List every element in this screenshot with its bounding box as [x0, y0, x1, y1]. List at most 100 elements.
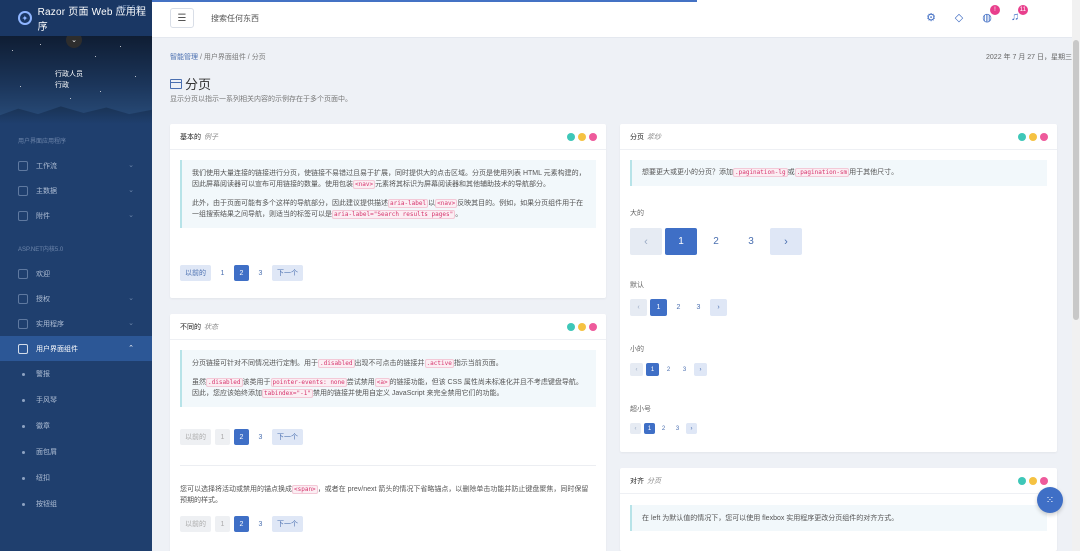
pagination-page-active[interactable]: 1	[644, 423, 655, 434]
dot-pink-icon[interactable]	[1040, 133, 1048, 141]
sidebar-item-ui-components[interactable]: 用户界面组件 ⌃	[0, 336, 152, 361]
pagination-prev-disabled[interactable]: 以前的	[180, 429, 211, 445]
search-input[interactable]: 搜索任何东西	[211, 13, 259, 24]
pagination-prev-disabled[interactable]: 以前的	[180, 516, 211, 532]
card-alignment: 对齐 分页 在 left 为默认值的情况下，您可以使用 flexbox 实用程序更…	[620, 468, 1057, 551]
divider	[180, 465, 596, 466]
page-title-text: 分页	[185, 77, 212, 92]
card-header: 对齐 分页	[620, 468, 1057, 494]
globe-icon[interactable]: ◍!	[980, 5, 1000, 24]
page-subtitle: 显示分页以指示一系列相关内容的示例存在于多个页面中。	[170, 96, 352, 103]
sidebar-item-authorization[interactable]: 授权 ⌄	[0, 286, 152, 311]
pagination-small: ‹ 1 2 3 ›	[630, 363, 707, 376]
dot-yellow-icon[interactable]	[1029, 477, 1037, 485]
pagination-page[interactable]: 3	[678, 363, 691, 376]
collapse-toggle-icon[interactable]: ⌄	[66, 36, 82, 48]
pagination-page[interactable]: 3	[672, 423, 683, 434]
breadcrumb-item[interactable]: 用户界面组件	[204, 54, 246, 61]
top-accent-bar	[152, 0, 697, 2]
dot-teal-icon[interactable]	[1018, 133, 1026, 141]
sidebar-subitem-alerts[interactable]: 警报	[0, 361, 152, 387]
sidebar-subitem-accordion[interactable]: 手风琴	[0, 387, 152, 413]
pagination-next[interactable]: 下一个	[272, 516, 303, 532]
pagination-page[interactable]: 1	[215, 265, 230, 281]
globe-badge: !	[990, 5, 1000, 15]
pagination-next[interactable]: 下一个	[272, 265, 303, 281]
text: 虽然	[192, 379, 206, 386]
dot-teal-icon[interactable]	[567, 323, 575, 331]
bell-icon[interactable]: ♫ 11	[1008, 5, 1028, 24]
sidebar-subitem-badges[interactable]: 徽章	[0, 413, 152, 439]
sidebar-item-welcome[interactable]: 欢迎	[0, 261, 152, 286]
chevron-left-icon[interactable]: ‹	[630, 299, 647, 316]
pagination-page[interactable]: 1	[215, 429, 230, 445]
sidebar-item-attachments[interactable]: 附件 ⌄	[0, 203, 152, 228]
pagination-next[interactable]: 下一个	[272, 429, 303, 445]
chevron-down-icon: ⌄	[128, 295, 134, 302]
dot-yellow-icon[interactable]	[578, 323, 586, 331]
breadcrumb-link-home[interactable]: 智能管理	[170, 54, 198, 61]
hamburger-icon: ☰	[177, 12, 187, 24]
page-scrollbar[interactable]	[1072, 0, 1080, 551]
tools-icon	[18, 318, 28, 329]
sidebar-subitem-button-group[interactable]: 按钮组	[0, 491, 152, 517]
chevron-right-icon[interactable]: ›	[770, 228, 802, 255]
text: 想要更大或更小的分页？添加	[642, 169, 733, 176]
dot-teal-icon[interactable]	[567, 133, 575, 141]
chevron-right-icon[interactable]: ›	[710, 299, 727, 316]
callout-paragraph: 虽然 .disabled 该类用于 pointer-events: none 尝试禁用 <…	[192, 377, 586, 399]
chevron-right-icon[interactable]: ›	[694, 363, 707, 376]
code-snippet: <a>	[374, 378, 390, 387]
gear-icon[interactable]: ⚙	[924, 10, 938, 24]
chevron-left-icon[interactable]: ‹	[630, 228, 662, 255]
sidebar-subitem-buttons[interactable]: 纽扣	[0, 465, 152, 491]
sidebar-subitem-breadcrumb[interactable]: 面包屑	[0, 439, 152, 465]
card-header: 分页 浆纱	[620, 124, 1057, 150]
scrollbar-thumb[interactable]	[1073, 40, 1079, 320]
dot-pink-icon[interactable]	[1040, 477, 1048, 485]
size-label-xsmall: 超小号	[630, 406, 651, 413]
dot-yellow-icon[interactable]	[578, 133, 586, 141]
sidebar-item-label: 主数据	[36, 187, 57, 195]
pagination-page-active[interactable]: 1	[650, 299, 667, 316]
pagination-page[interactable]: 3	[253, 516, 268, 532]
dot-pink-icon[interactable]	[589, 133, 597, 141]
pagination-page[interactable]: 3	[690, 299, 707, 316]
text: 。	[455, 211, 463, 218]
paperclip-icon	[18, 210, 28, 221]
dot-teal-icon[interactable]	[1018, 477, 1026, 485]
pagination-page[interactable]: 3	[735, 228, 767, 255]
chevron-left-icon[interactable]: ‹	[630, 363, 643, 376]
code-snippet: <nav>	[353, 180, 376, 189]
pagination-prev[interactable]: 以前的	[180, 265, 211, 281]
pagination-page[interactable]: 3	[253, 265, 268, 281]
pagination-page[interactable]: 1	[215, 516, 230, 532]
pagination-page[interactable]: 2	[700, 228, 732, 255]
pagination-page-active[interactable]: 2	[234, 265, 249, 281]
pagination-page[interactable]: 2	[658, 423, 669, 434]
brand[interactable]: ✦ Razor 页面 Web 应用程序 .NET 5.0	[0, 0, 152, 36]
chevron-left-icon[interactable]: ‹	[630, 423, 641, 434]
sidebar-item-workflow[interactable]: 工作流 ⌄	[0, 153, 152, 178]
menu-toggle-button[interactable]: ☰	[170, 8, 194, 28]
text: 您可以选择将活动或禁用的锚点换成	[180, 486, 292, 493]
size-label-default: 默认	[630, 282, 644, 289]
pagination-page-active[interactable]: 2	[234, 516, 249, 532]
page-title: 分页	[170, 74, 211, 93]
sidebar-item-master-data[interactable]: 主数据 ⌄	[0, 178, 152, 203]
pagination-page-active[interactable]: 1	[646, 363, 659, 376]
pagination-page-active[interactable]: 1	[665, 228, 697, 255]
pagination-page[interactable]: 2	[670, 299, 687, 316]
sidebar-item-utilities[interactable]: 实用程序 ⌄	[0, 311, 152, 336]
chevron-right-icon[interactable]: ›	[686, 423, 697, 434]
pagination-page-active[interactable]: 2	[234, 429, 249, 445]
pagination-large: ‹ 1 2 3 ›	[630, 228, 802, 255]
pagination-page[interactable]: 3	[253, 429, 268, 445]
dot-pink-icon[interactable]	[589, 323, 597, 331]
pagination: 以前的 1 2 3 下一个	[180, 516, 303, 532]
apps-grid-fab-icon[interactable]: ⁙	[1037, 487, 1063, 513]
code-snippet: .disabled	[206, 378, 243, 387]
pagination-page[interactable]: 2	[662, 363, 675, 376]
cube-icon[interactable]: ◇	[952, 10, 966, 24]
dot-yellow-icon[interactable]	[1029, 133, 1037, 141]
